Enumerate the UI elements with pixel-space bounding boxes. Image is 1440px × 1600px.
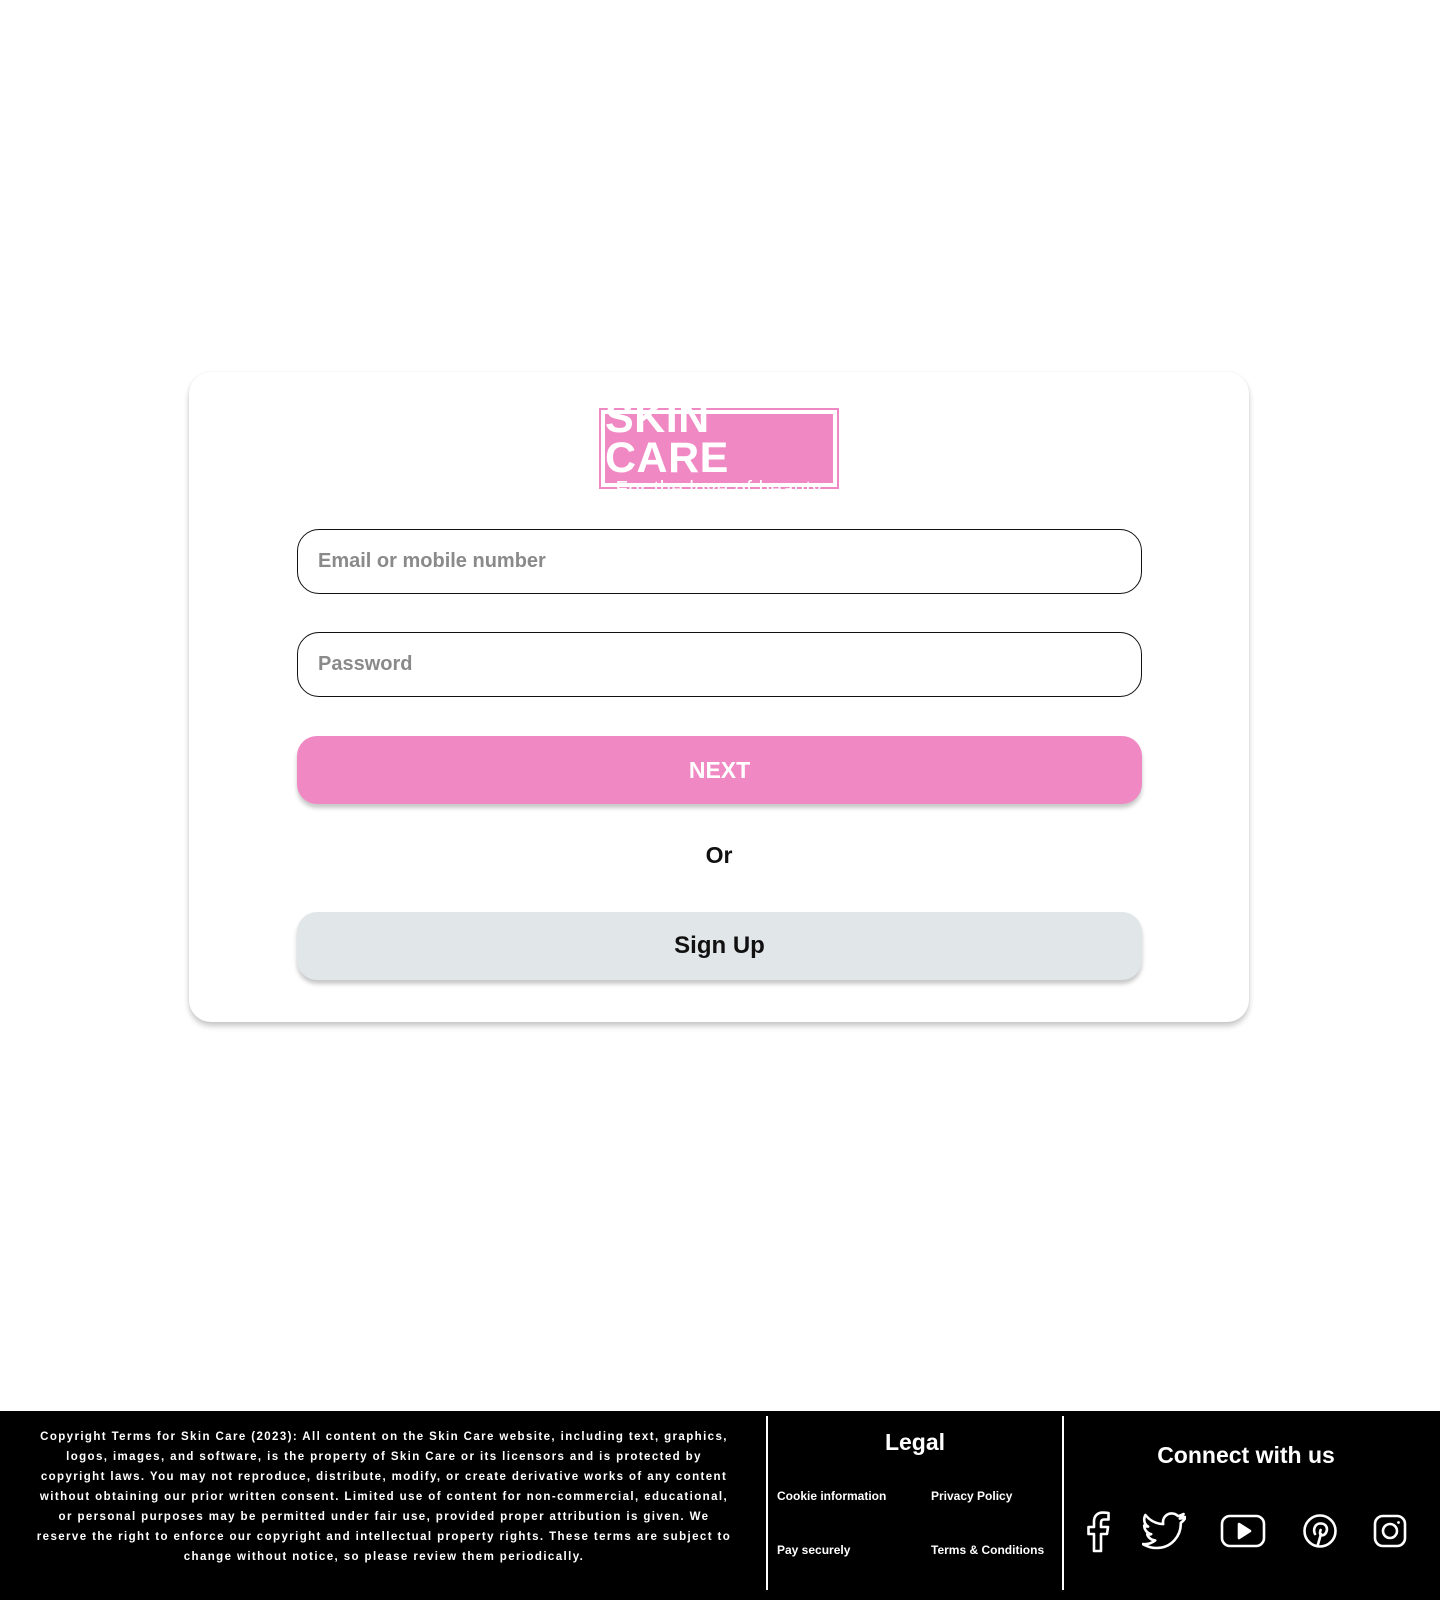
- legal-heading: Legal: [884, 1429, 946, 1455]
- copyright-text: Copyright Terms for Skin Care (2023): Al…: [36, 1431, 732, 1563]
- cookie-information-link[interactable]: Cookie information: [777, 1489, 886, 1503]
- sign-up-button[interactable]: Sign Up: [297, 912, 1142, 980]
- pay-securely-link[interactable]: Pay securely: [777, 1543, 850, 1557]
- email-input[interactable]: [297, 529, 1142, 594]
- instagram-icon[interactable]: [1372, 1507, 1408, 1555]
- youtube-icon[interactable]: [1219, 1507, 1267, 1555]
- next-button[interactable]: NEXT: [297, 736, 1142, 804]
- brand-tagline: For the love of beauty: [615, 477, 823, 500]
- or-separator: Or: [705, 842, 733, 868]
- terms-conditions-link[interactable]: Terms & Conditions: [931, 1543, 1044, 1557]
- twitter-icon[interactable]: [1142, 1507, 1186, 1555]
- site-footer: Copyright Terms for Skin Care (2023): Al…: [0, 1411, 1440, 1600]
- password-input[interactable]: [297, 632, 1142, 697]
- brand-logo-box: SKIN CARE For the love of beauty: [605, 396, 833, 500]
- facebook-icon[interactable]: [1080, 1507, 1116, 1555]
- brand-name: SKIN CARE: [605, 393, 729, 482]
- privacy-policy-link[interactable]: Privacy Policy: [931, 1489, 1012, 1503]
- pinterest-icon[interactable]: [1302, 1507, 1338, 1555]
- login-card: SKIN CARE For the love of beauty NEXT Or…: [189, 372, 1249, 1022]
- connect-heading: Connect with us: [1157, 1442, 1335, 1468]
- brand-logo: SKIN CARE For the love of beauty: [599, 396, 839, 500]
